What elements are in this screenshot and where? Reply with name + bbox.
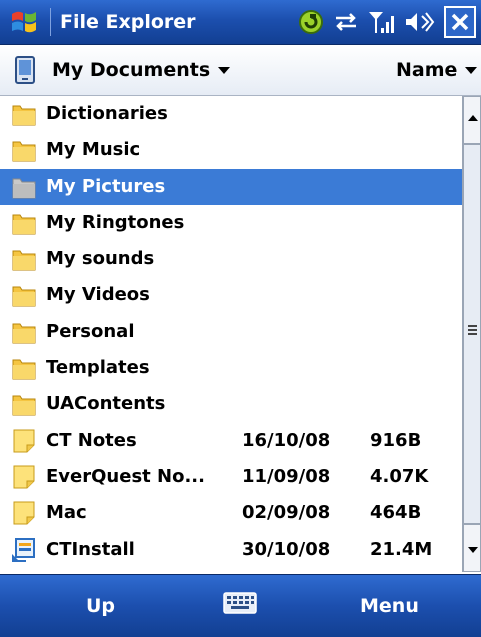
- folder-icon: [10, 354, 38, 382]
- folder-icon: [10, 100, 38, 128]
- folder-icon: [10, 173, 38, 201]
- title-bar: File Explorer: [0, 0, 481, 45]
- item-name: Templates: [46, 357, 150, 379]
- grip-line: [468, 333, 477, 335]
- app-title: File Explorer: [60, 11, 196, 33]
- item-name: CTInstall: [46, 538, 135, 560]
- note-file-icon: [10, 463, 38, 491]
- location-bar: My Documents Name: [0, 45, 481, 96]
- folder-icon: [10, 209, 38, 237]
- folder-row[interactable]: My Music: [0, 132, 462, 168]
- vertical-scrollbar[interactable]: [462, 96, 481, 572]
- item-date: 11/09/08: [242, 465, 331, 487]
- folder-row[interactable]: Templates: [0, 350, 462, 386]
- item-size: 4.07K: [370, 465, 429, 487]
- item-size: 21.4M: [370, 538, 433, 560]
- item-name: EverQuest No...: [46, 465, 205, 487]
- folder-row[interactable]: My Pictures: [0, 168, 462, 205]
- chevron-down-icon: [465, 67, 478, 74]
- arrow-up-icon: [468, 115, 478, 121]
- volume-icon[interactable]: [402, 6, 436, 38]
- installer-icon: [10, 536, 38, 564]
- folder-row[interactable]: Personal: [0, 314, 462, 350]
- sync-icon[interactable]: [332, 6, 360, 38]
- item-name: UAContents: [46, 393, 166, 415]
- scroll-up-button[interactable]: [463, 96, 481, 144]
- location-label: My Documents: [52, 59, 211, 81]
- scroll-down-button[interactable]: [463, 524, 481, 572]
- file-row[interactable]: CT Notes 16/10/08 916B: [0, 423, 462, 459]
- item-size: 464B: [370, 502, 422, 524]
- item-name: My Music: [46, 139, 141, 161]
- location-dropdown[interactable]: My Documents: [52, 45, 231, 95]
- item-size: 916B: [370, 429, 422, 451]
- note-file-icon: [10, 499, 38, 527]
- grip-line: [468, 329, 477, 331]
- device-icon: [15, 56, 35, 84]
- item-name: Mac: [46, 502, 87, 524]
- folder-icon: [10, 136, 38, 164]
- item-name: CT Notes: [46, 429, 137, 451]
- scroll-thumb[interactable]: [463, 144, 481, 524]
- file-list: Dictionaries My Music My Pictures My Ringto…: [0, 96, 462, 572]
- item-date: 16/10/08: [242, 429, 331, 451]
- close-button[interactable]: [444, 6, 476, 38]
- note-file-icon: [10, 427, 38, 455]
- keyboard-icon[interactable]: [223, 591, 257, 615]
- item-date: 02/09/08: [242, 502, 331, 524]
- chevron-down-icon: [218, 67, 231, 74]
- connectivity-icon[interactable]: [296, 6, 326, 38]
- folder-icon: [10, 390, 38, 418]
- softkey-bar: Up Menu: [0, 574, 481, 637]
- item-date: 30/10/08: [242, 538, 331, 560]
- item-name: My Videos: [46, 284, 150, 306]
- grip-line: [468, 325, 477, 327]
- folder-row[interactable]: UAContents: [0, 386, 462, 422]
- title-separator: [50, 8, 51, 36]
- item-name: My Ringtones: [46, 211, 185, 233]
- sort-label: Name: [396, 59, 458, 81]
- windows-start-icon[interactable]: [8, 6, 42, 38]
- folder-icon: [10, 318, 38, 346]
- file-row[interactable]: CTInstall 30/10/08 21.4M: [0, 532, 462, 568]
- signal-icon[interactable]: [366, 6, 396, 38]
- item-name: My Pictures: [46, 175, 166, 197]
- item-name: Dictionaries: [46, 103, 168, 124]
- item-name: My sounds: [46, 248, 155, 270]
- folder-icon: [10, 245, 38, 273]
- close-icon: [451, 13, 469, 31]
- item-name: Personal: [46, 320, 135, 342]
- file-row[interactable]: EverQuest No... 11/09/08 4.07K: [0, 459, 462, 495]
- up-softkey[interactable]: Up: [86, 575, 115, 637]
- file-row[interactable]: Mac 02/09/08 464B: [0, 495, 462, 531]
- arrow-down-icon: [468, 547, 478, 553]
- folder-row[interactable]: Dictionaries: [0, 96, 462, 132]
- menu-softkey[interactable]: Menu: [360, 575, 419, 637]
- folder-icon: [10, 281, 38, 309]
- folder-row[interactable]: My Videos: [0, 277, 462, 313]
- sort-dropdown[interactable]: Name: [396, 45, 478, 95]
- folder-row[interactable]: My sounds: [0, 241, 462, 277]
- folder-row[interactable]: My Ringtones: [0, 205, 462, 241]
